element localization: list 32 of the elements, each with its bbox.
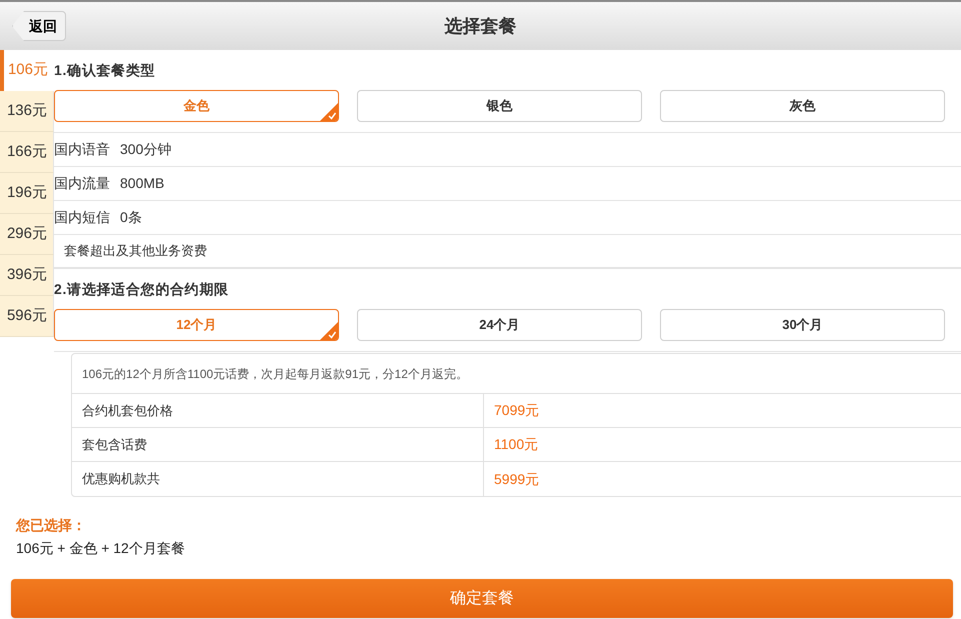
price-tab[interactable]: 596元	[0, 296, 54, 337]
option-button[interactable]: 24个月	[357, 309, 642, 341]
table-cell-text: 1100元	[493, 435, 540, 454]
table-cell-text: 7099元	[493, 401, 540, 420]
option-button[interactable]: 灰色	[660, 90, 945, 122]
check-corner-icon	[320, 322, 338, 340]
summary-text: 106元 + 金色 + 12个月套餐	[16, 539, 185, 558]
section-heading: 2.请选择适合您的合约期限	[54, 280, 230, 298]
back-button[interactable]: 返回	[12, 11, 66, 41]
price-tab[interactable]: 196元	[0, 173, 54, 214]
feature-name: 国内语音	[54, 140, 110, 159]
check-corner-icon	[320, 103, 338, 121]
table-cell: 套包含话费	[72, 428, 484, 461]
price-tab[interactable]: 136元	[0, 91, 54, 132]
feature-value: 800MB	[120, 174, 164, 193]
feature-name: 国内短信	[54, 208, 110, 227]
option-button[interactable]: 银色	[357, 90, 642, 122]
feature-name: 国内流量	[54, 174, 110, 193]
price-tab[interactable]: 166元	[0, 132, 54, 173]
price-tab[interactable]: 296元	[0, 214, 54, 255]
table-cell: 合约机套包价格	[72, 394, 484, 427]
contract-note: 106元的12个月所含1100元话费，次月起每月返款91元，分12个月返完。	[72, 354, 961, 394]
table-cell: 优惠购机款共	[72, 462, 484, 496]
section-heading: 1.确认套餐类型	[54, 60, 156, 80]
price-tab[interactable]: 396元	[0, 255, 54, 296]
feature-value: 300分钟	[120, 140, 172, 159]
fees-link[interactable]: 套餐超出及其他业务资费	[54, 235, 961, 269]
feature-value: 0条	[120, 208, 142, 227]
table-cell-text: 5999元	[493, 470, 540, 488]
summary-label: 您已选择：	[16, 516, 86, 535]
page-title: 选择套餐	[444, 14, 516, 38]
option-button[interactable]: 30个月	[660, 309, 945, 341]
